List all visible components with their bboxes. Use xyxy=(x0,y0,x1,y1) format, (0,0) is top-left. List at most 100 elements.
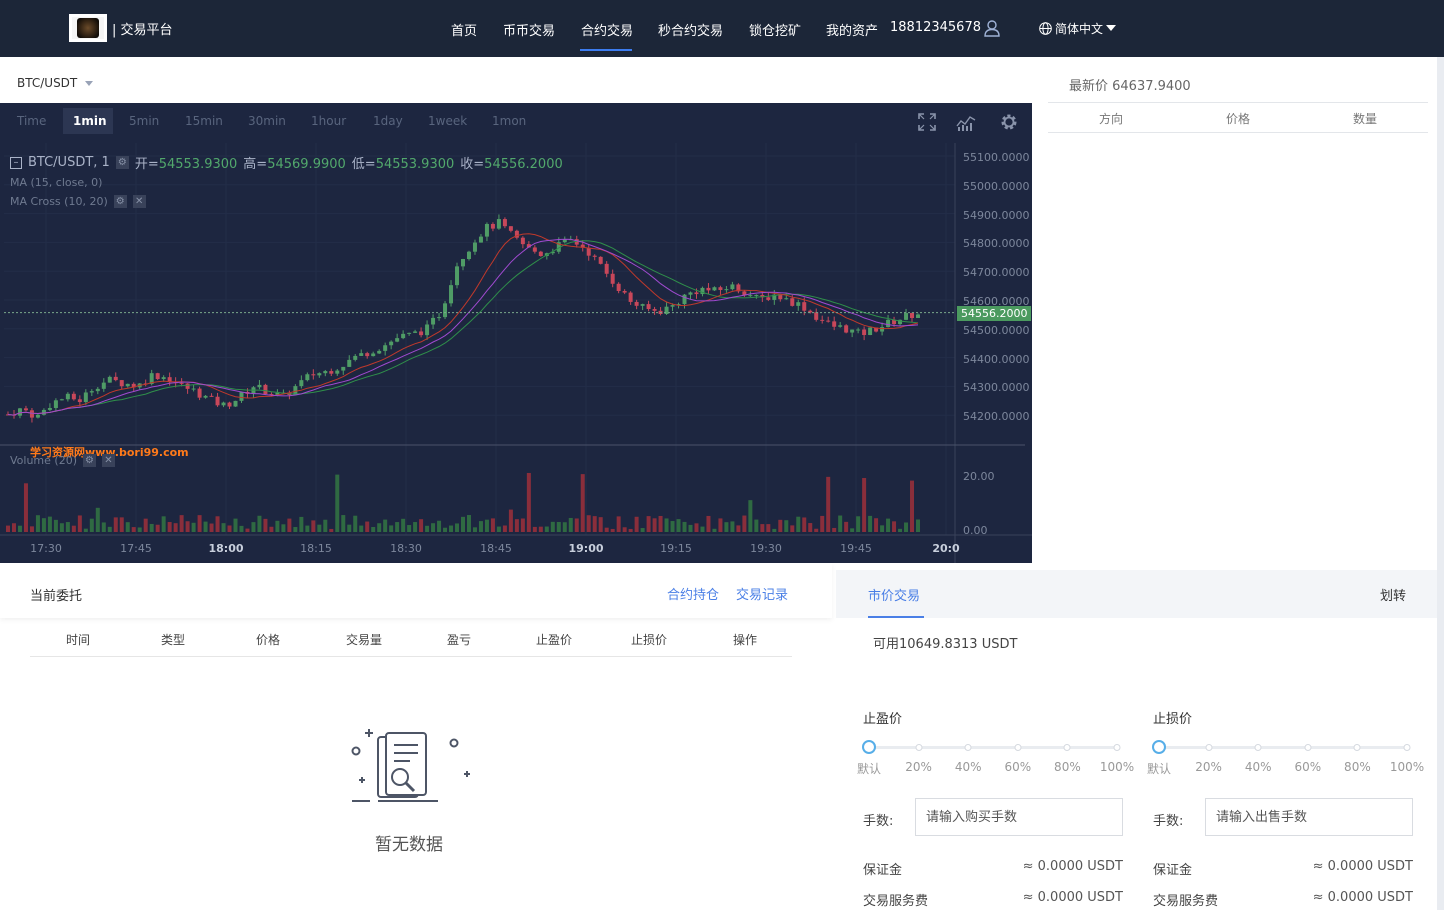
ma-cross-settings-icon[interactable]: ⚙ xyxy=(113,195,127,208)
take-profit-level-label[interactable]: 默认 xyxy=(857,760,881,777)
buy-margin-label: 保证金 xyxy=(863,863,903,878)
volume-bar xyxy=(724,522,729,532)
buy-margin-value: ≈ 0.0000 USDT xyxy=(1022,859,1123,874)
col-time: 时间 xyxy=(65,633,91,647)
volume-bar xyxy=(490,518,495,532)
volume-settings-icon[interactable]: ⚙ xyxy=(83,454,96,467)
volume-bar xyxy=(107,526,112,532)
volume-bar xyxy=(419,519,424,532)
take-profit-level-label[interactable]: 80% xyxy=(1054,760,1081,774)
stop-loss-level-label[interactable]: 100% xyxy=(1390,760,1424,774)
stop-loss-slider-dot[interactable] xyxy=(1205,744,1213,751)
candle-body xyxy=(83,392,88,403)
volume-bar xyxy=(125,522,130,532)
volume-bar xyxy=(71,525,76,532)
volume-bar xyxy=(796,516,801,532)
take-profit-level-label[interactable]: 60% xyxy=(1004,760,1031,774)
caret-down-icon xyxy=(85,80,94,86)
volume-close-icon[interactable]: ✕ xyxy=(102,454,115,467)
tab-market-trade[interactable]: 市价交易 xyxy=(868,585,920,604)
nav-lock-mining[interactable]: 锁仓挖矿 xyxy=(749,20,801,39)
candle-body xyxy=(628,292,633,302)
legend-settings-icon[interactable]: ⚙ xyxy=(115,156,129,169)
candle-body xyxy=(311,374,316,376)
logo[interactable] xyxy=(69,14,107,42)
take-profit-level-label[interactable]: 20% xyxy=(905,760,932,774)
kline-chart[interactable]: Time 1min 5min 15min 30min 1hour 1day 1w… xyxy=(0,103,1032,563)
volume-bar xyxy=(556,521,561,532)
candle-body xyxy=(532,247,537,252)
volume-bar xyxy=(431,523,436,532)
volume-tick-label: 20.00 xyxy=(963,470,995,483)
take-profit-level-label[interactable]: 40% xyxy=(955,760,982,774)
stop-loss-slider-track[interactable] xyxy=(1159,746,1409,749)
sell-lots-input[interactable] xyxy=(1205,798,1413,836)
volume-bar xyxy=(472,527,477,532)
sell-margin-label: 保证金 xyxy=(1153,863,1193,878)
chart-canvas[interactable] xyxy=(0,103,1032,563)
volume-bar xyxy=(592,516,597,532)
ma-cross-close-icon[interactable]: ✕ xyxy=(132,195,146,208)
time-tick-label: 18:15 xyxy=(300,542,332,555)
volume-bar xyxy=(604,527,609,532)
trade-history-link[interactable]: 交易记录 xyxy=(736,584,788,603)
candle-body xyxy=(616,283,621,291)
take-profit-slider-track[interactable] xyxy=(869,746,1119,749)
logo-image xyxy=(77,18,99,38)
stop-loss-level-label[interactable]: 80% xyxy=(1344,760,1371,774)
candle-body xyxy=(407,332,412,334)
stop-loss-slider-dot[interactable] xyxy=(1304,744,1312,751)
take-profit-slider-dot[interactable] xyxy=(862,740,876,754)
empty-data-text: 暂无数据 xyxy=(375,835,443,855)
user-phone[interactable]: 18812345678 xyxy=(890,20,981,35)
take-profit-slider-dot[interactable] xyxy=(915,744,923,751)
volume-bar xyxy=(401,518,406,532)
volume-bar xyxy=(508,509,513,532)
candle-body xyxy=(706,287,711,291)
collapse-icon[interactable]: – xyxy=(10,156,22,169)
nav-home[interactable]: 首页 xyxy=(451,20,477,39)
price-tick-label: 54800.0000 xyxy=(963,237,1030,251)
take-profit-slider-dot[interactable] xyxy=(1063,744,1071,751)
take-profit-slider-dot[interactable] xyxy=(964,744,972,751)
candle-body xyxy=(502,219,507,227)
trade-panel-header: 市价交易 划转 xyxy=(836,570,1437,618)
nav-my-assets[interactable]: 我的资产 xyxy=(826,20,878,39)
take-profit-slider-dot[interactable] xyxy=(1014,744,1022,751)
volume-bar xyxy=(23,483,28,532)
price-tick-label: 54900.0000 xyxy=(963,208,1030,222)
nav-second-contract[interactable]: 秒合约交易 xyxy=(658,20,723,39)
stop-loss-slider-dot[interactable] xyxy=(1403,744,1411,751)
take-profit-level-label[interactable]: 100% xyxy=(1100,760,1134,774)
page-scrollbar[interactable] xyxy=(1437,57,1444,910)
nav-contract-trading[interactable]: 合约交易 xyxy=(581,20,633,39)
positions-link[interactable]: 合约持仓 xyxy=(667,584,719,603)
volume-bar xyxy=(754,519,759,532)
candle-body xyxy=(47,408,52,410)
current-orders-title[interactable]: 当前委托 xyxy=(30,585,82,604)
candle-body xyxy=(401,333,406,339)
volume-bar xyxy=(323,519,328,532)
language-selector[interactable]: 简体中文 xyxy=(1039,20,1117,37)
nav-spot-trading[interactable]: 币币交易 xyxy=(503,20,555,39)
volume-bar xyxy=(221,523,226,532)
stop-loss-slider-dot[interactable] xyxy=(1353,744,1361,751)
volume-bar xyxy=(814,528,819,532)
stop-loss-level-label[interactable]: 40% xyxy=(1245,760,1272,774)
buy-lots-input[interactable] xyxy=(915,798,1123,836)
candle-body xyxy=(35,414,40,418)
pair-selector[interactable]: BTC/USDT xyxy=(17,76,94,90)
candle-body xyxy=(41,409,46,415)
transfer-button[interactable]: 划转 xyxy=(1380,585,1406,604)
volume-bar xyxy=(29,526,34,532)
candle-body xyxy=(646,304,651,310)
stop-loss-level-label[interactable]: 默认 xyxy=(1147,760,1171,777)
stop-loss-level-label[interactable]: 20% xyxy=(1195,760,1222,774)
user-icon[interactable] xyxy=(984,20,1000,37)
stop-loss-level-label[interactable]: 60% xyxy=(1294,760,1321,774)
take-profit-slider-dot[interactable] xyxy=(1113,744,1121,751)
stop-loss-slider-dot[interactable] xyxy=(1254,744,1262,751)
time-tick-label: 19:00 xyxy=(568,542,604,555)
stop-loss-slider-dot[interactable] xyxy=(1152,740,1166,754)
volume-bar xyxy=(874,518,879,532)
